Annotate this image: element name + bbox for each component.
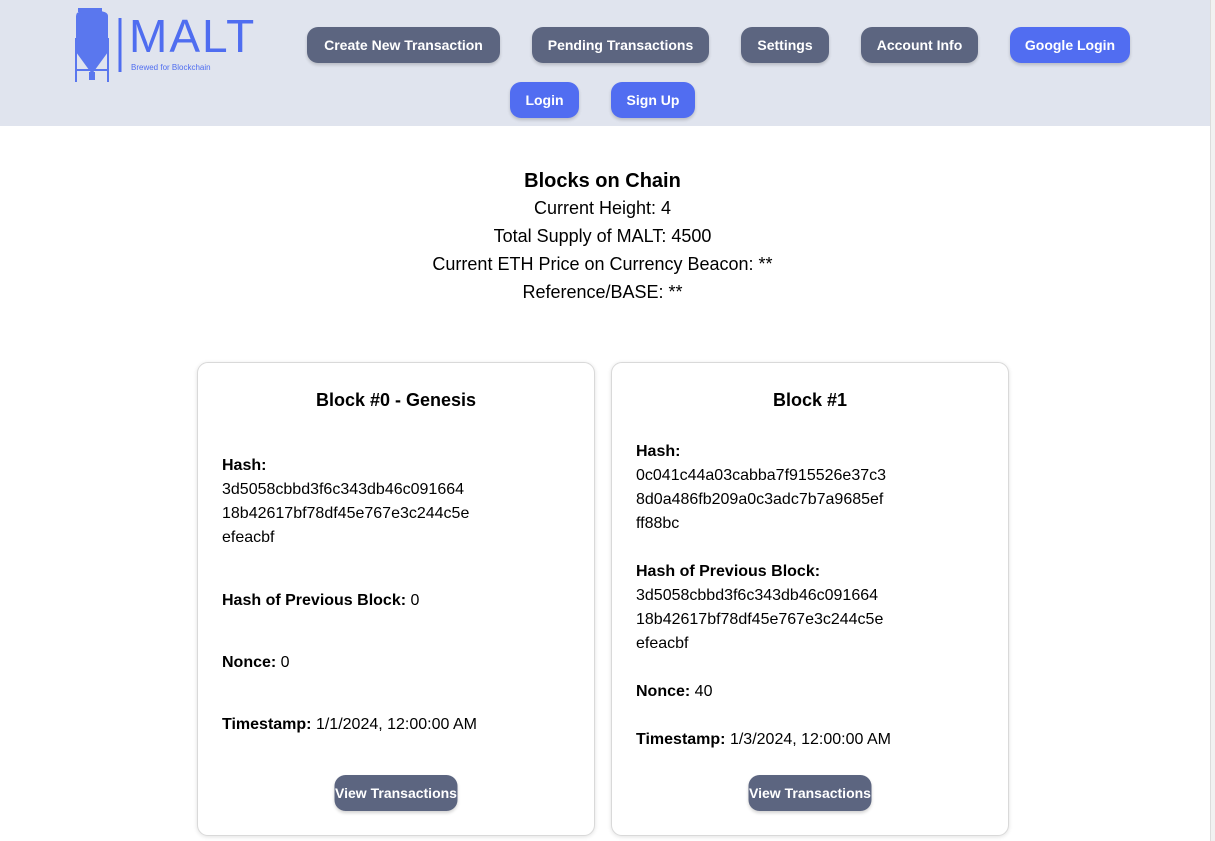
fermenter-tank-icon: [75, 8, 122, 82]
timestamp-label: Timestamp:: [636, 731, 730, 748]
block-card: Block #0 - Genesis Hash: 3d5058cbbd3f6c3…: [197, 362, 595, 836]
nonce: Nonce: 0: [222, 651, 522, 675]
hash-value-line: 3d5058cbbd3f6c343db46c091664: [222, 481, 465, 498]
nonce-value: 0: [280, 654, 290, 671]
page: MALT Brewed for Blockchain Create New Tr…: [0, 0, 1215, 841]
sign-up-button[interactable]: Sign Up: [611, 82, 695, 118]
timestamp-value: 1/1/2024, 12:00:00 AM: [315, 716, 477, 733]
view-transactions-button[interactable]: View Transactions: [748, 775, 872, 811]
timestamp: Timestamp: 1/3/2024, 12:00:00 AM: [636, 728, 936, 752]
block-hash: Hash: 3d5058cbbd3f6c343db46c091664 18b42…: [222, 454, 522, 550]
logo-tagline: Brewed for Blockchain: [131, 63, 211, 72]
hash-value-line: efeacbf: [222, 529, 275, 546]
previous-hash-label: Hash of Previous Block:: [222, 592, 411, 609]
chain-summary: Blocks on Chain Current Height: 4 Total …: [0, 168, 1205, 306]
total-supply: Total Supply of MALT: 4500: [493, 226, 712, 246]
nonce-value: 40: [694, 683, 713, 700]
current-height: Current Height: 4: [533, 198, 672, 218]
nonce-label: Nonce:: [222, 654, 281, 671]
previous-hash-line: 3d5058cbbd3f6c343db46c091664: [636, 587, 879, 604]
hash-value-line: ff88bc: [636, 515, 680, 532]
view-transactions-button[interactable]: View Transactions: [334, 775, 458, 811]
previous-hash-line: efeacbf: [636, 635, 689, 652]
nonce: Nonce: 40: [636, 680, 936, 704]
settings-button[interactable]: Settings: [741, 27, 829, 63]
previous-hash-label: Hash of Previous Block:: [636, 563, 821, 580]
vertical-scrollbar[interactable]: [1210, 0, 1215, 841]
block-hash: Hash: 0c041c44a03cabba7f915526e37c3 8d0a…: [636, 440, 936, 536]
pending-transactions-button[interactable]: Pending Transactions: [532, 27, 709, 63]
previous-hash-line: 18b42617bf78df45e767e3c244c5e: [636, 611, 884, 628]
timestamp-value: 1/3/2024, 12:00:00 AM: [729, 731, 891, 748]
timestamp-label: Timestamp:: [222, 716, 316, 733]
hash-value-line: 0c041c44a03cabba7f915526e37c3: [636, 467, 887, 484]
summary-title: Blocks on Chain: [524, 170, 681, 192]
block-title: Block #0 - Genesis: [315, 390, 477, 410]
hash-label: Hash:: [222, 457, 267, 474]
previous-hash: Hash of Previous Block: 3d5058cbbd3f6c34…: [636, 560, 936, 656]
create-transaction-button[interactable]: Create New Transaction: [307, 27, 500, 63]
previous-hash: Hash of Previous Block: 0: [222, 589, 522, 613]
hash-value-line: 18b42617bf78df45e767e3c244c5e: [222, 505, 470, 522]
logo[interactable]: MALT Brewed for Blockchain: [74, 8, 278, 84]
nonce-label: Nonce:: [636, 683, 695, 700]
header: MALT Brewed for Blockchain Create New Tr…: [0, 0, 1210, 126]
block-card: Block #1 Hash: 0c041c44a03cabba7f915526e…: [611, 362, 1009, 836]
logo-wordmark: MALT: [129, 10, 257, 62]
previous-hash-value: 0: [410, 592, 420, 609]
eth-price: Current ETH Price on Currency Beacon: **: [432, 254, 773, 274]
login-button[interactable]: Login: [510, 82, 579, 118]
hash-label: Hash:: [636, 443, 681, 460]
hash-value-line: 8d0a486fb209a0c3adc7b7a9685ef: [636, 491, 884, 508]
google-login-button[interactable]: Google Login: [1010, 27, 1130, 63]
block-title: Block #1: [772, 390, 848, 410]
account-info-button[interactable]: Account Info: [861, 27, 978, 63]
reference-base: Reference/BASE: **: [522, 282, 683, 302]
timestamp: Timestamp: 1/1/2024, 12:00:00 AM: [222, 713, 522, 737]
